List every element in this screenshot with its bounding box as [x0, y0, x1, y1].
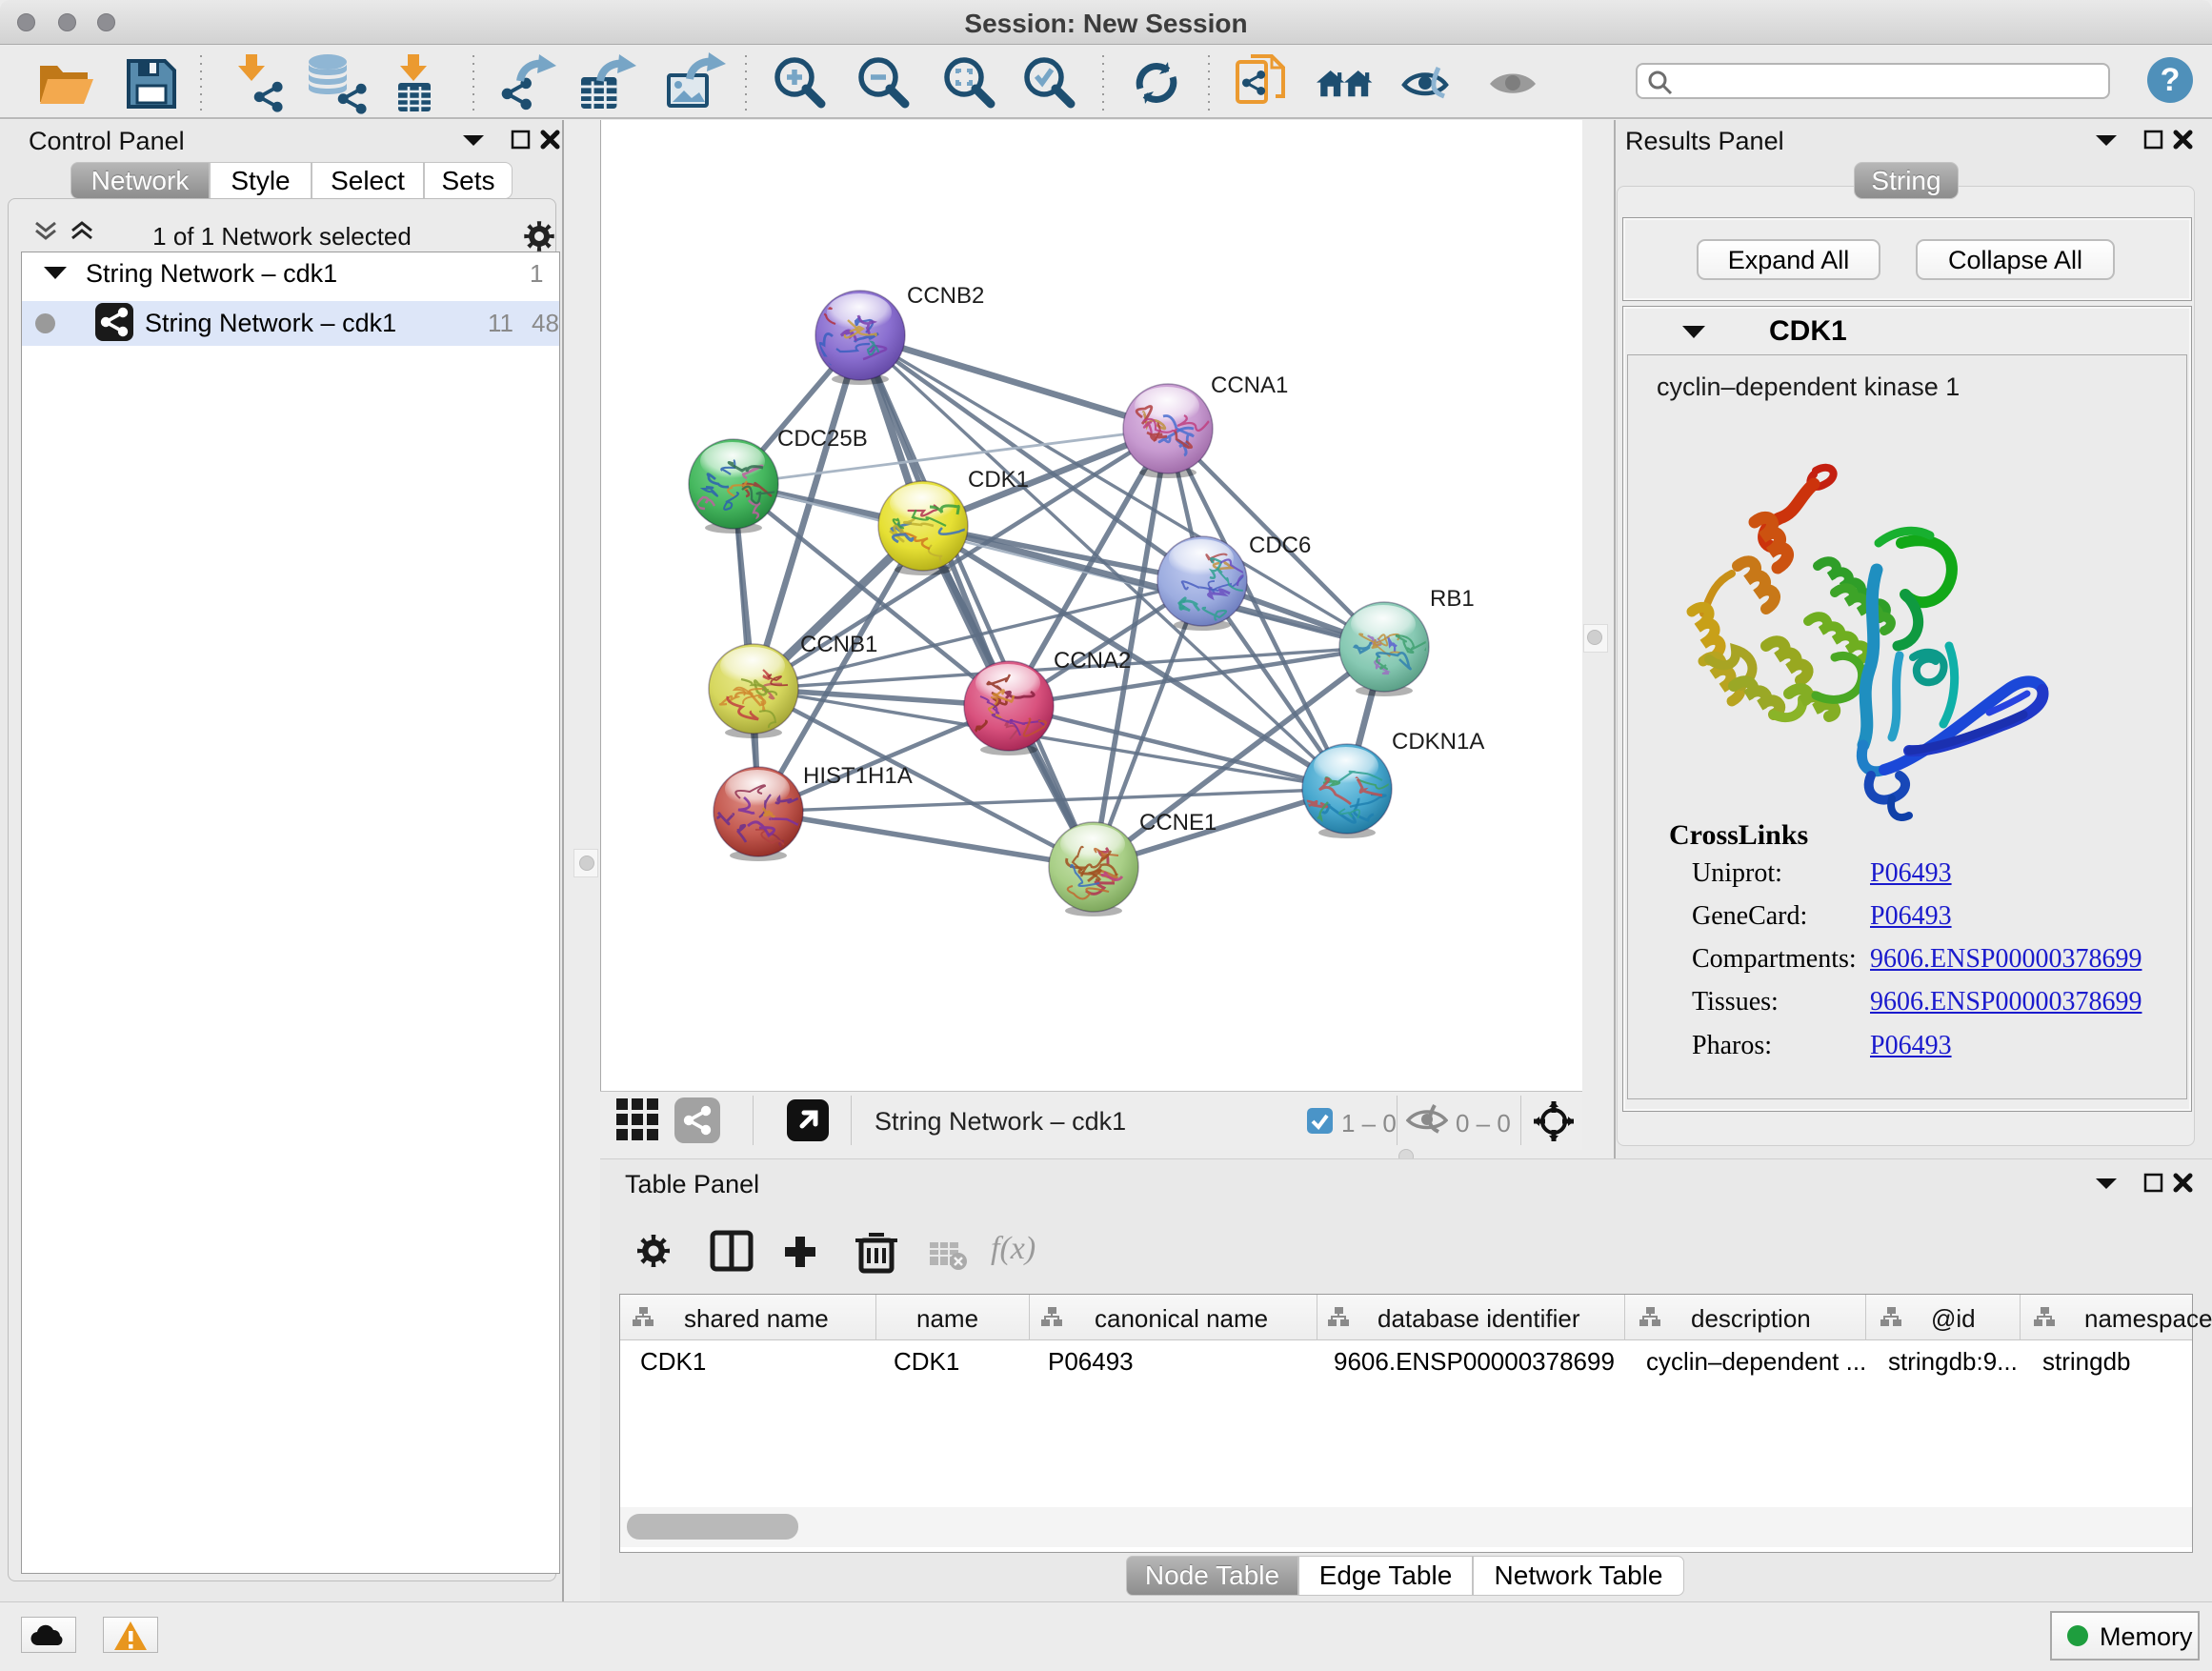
svg-text:CDC25B: CDC25B — [777, 426, 868, 452]
svg-text:HIST1H1A: HIST1H1A — [803, 763, 913, 789]
svg-text:CCNB2: CCNB2 — [907, 283, 984, 309]
svg-text:CCNE1: CCNE1 — [1139, 810, 1217, 836]
svg-text:CCNB1: CCNB1 — [800, 632, 877, 657]
svg-text:CDK1: CDK1 — [968, 467, 1029, 493]
svg-text:CDKN1A: CDKN1A — [1392, 729, 1484, 755]
svg-text:CCNA1: CCNA1 — [1211, 372, 1288, 398]
svg-text:CCNA2: CCNA2 — [1054, 648, 1131, 674]
svg-text:CDC6: CDC6 — [1249, 533, 1311, 558]
svg-text:RB1: RB1 — [1430, 586, 1475, 612]
